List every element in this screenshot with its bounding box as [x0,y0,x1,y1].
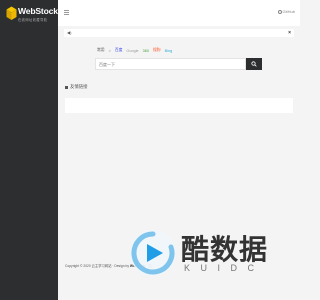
tab-google[interactable]: Google [126,49,138,53]
logo[interactable]: WebStock 在线网址收藏导航 [6,5,58,25]
section-title-label: 友情链接 [70,84,88,89]
watermark-subtext: KUIDC [184,263,265,273]
logo-cube-icon [6,6,17,20]
search-engine-tabs: 常用 > 百度 Google 360 搜狗 Bing [97,48,172,53]
section-title: 友情链接 [65,84,88,90]
tab-arrow-icon: > [108,48,111,53]
tab-360[interactable]: 360 [143,49,149,53]
logo-subtitle: 在线网址收藏导航 [18,18,48,22]
watermark-text: 酷数据 [181,234,269,265]
top-bar: GitHub [58,0,300,26]
github-label: GitHub [282,9,295,14]
search-input[interactable] [99,62,229,67]
tab-common[interactable]: 常用 [97,48,105,53]
tab-bing[interactable]: Bing [165,49,173,53]
close-icon[interactable]: × [288,30,291,36]
github-link[interactable]: GitHub [277,9,295,14]
logo-title: WebStock [18,6,58,16]
sidebar: WebStock 在线网址收藏导航 [0,0,58,300]
friend-links-card [65,98,293,113]
speaker-icon: ◀) [67,30,72,35]
notice-bar: ◀) × [64,29,294,37]
search-button[interactable] [246,58,262,70]
menu-toggle-icon[interactable] [64,10,69,15]
search-icon [251,61,257,67]
tab-sogou[interactable]: 搜狗 [153,48,161,53]
github-icon [277,9,282,14]
watermark-logo-icon [131,231,175,275]
search-box [95,58,246,70]
section-icon [65,85,68,89]
tab-baidu[interactable]: 百度 [115,48,123,53]
watermark: 酷数据 KUIDC [130,228,290,288]
footer-copyright: Copyright © 2020 云主学习网站 · Design by [65,264,130,268]
